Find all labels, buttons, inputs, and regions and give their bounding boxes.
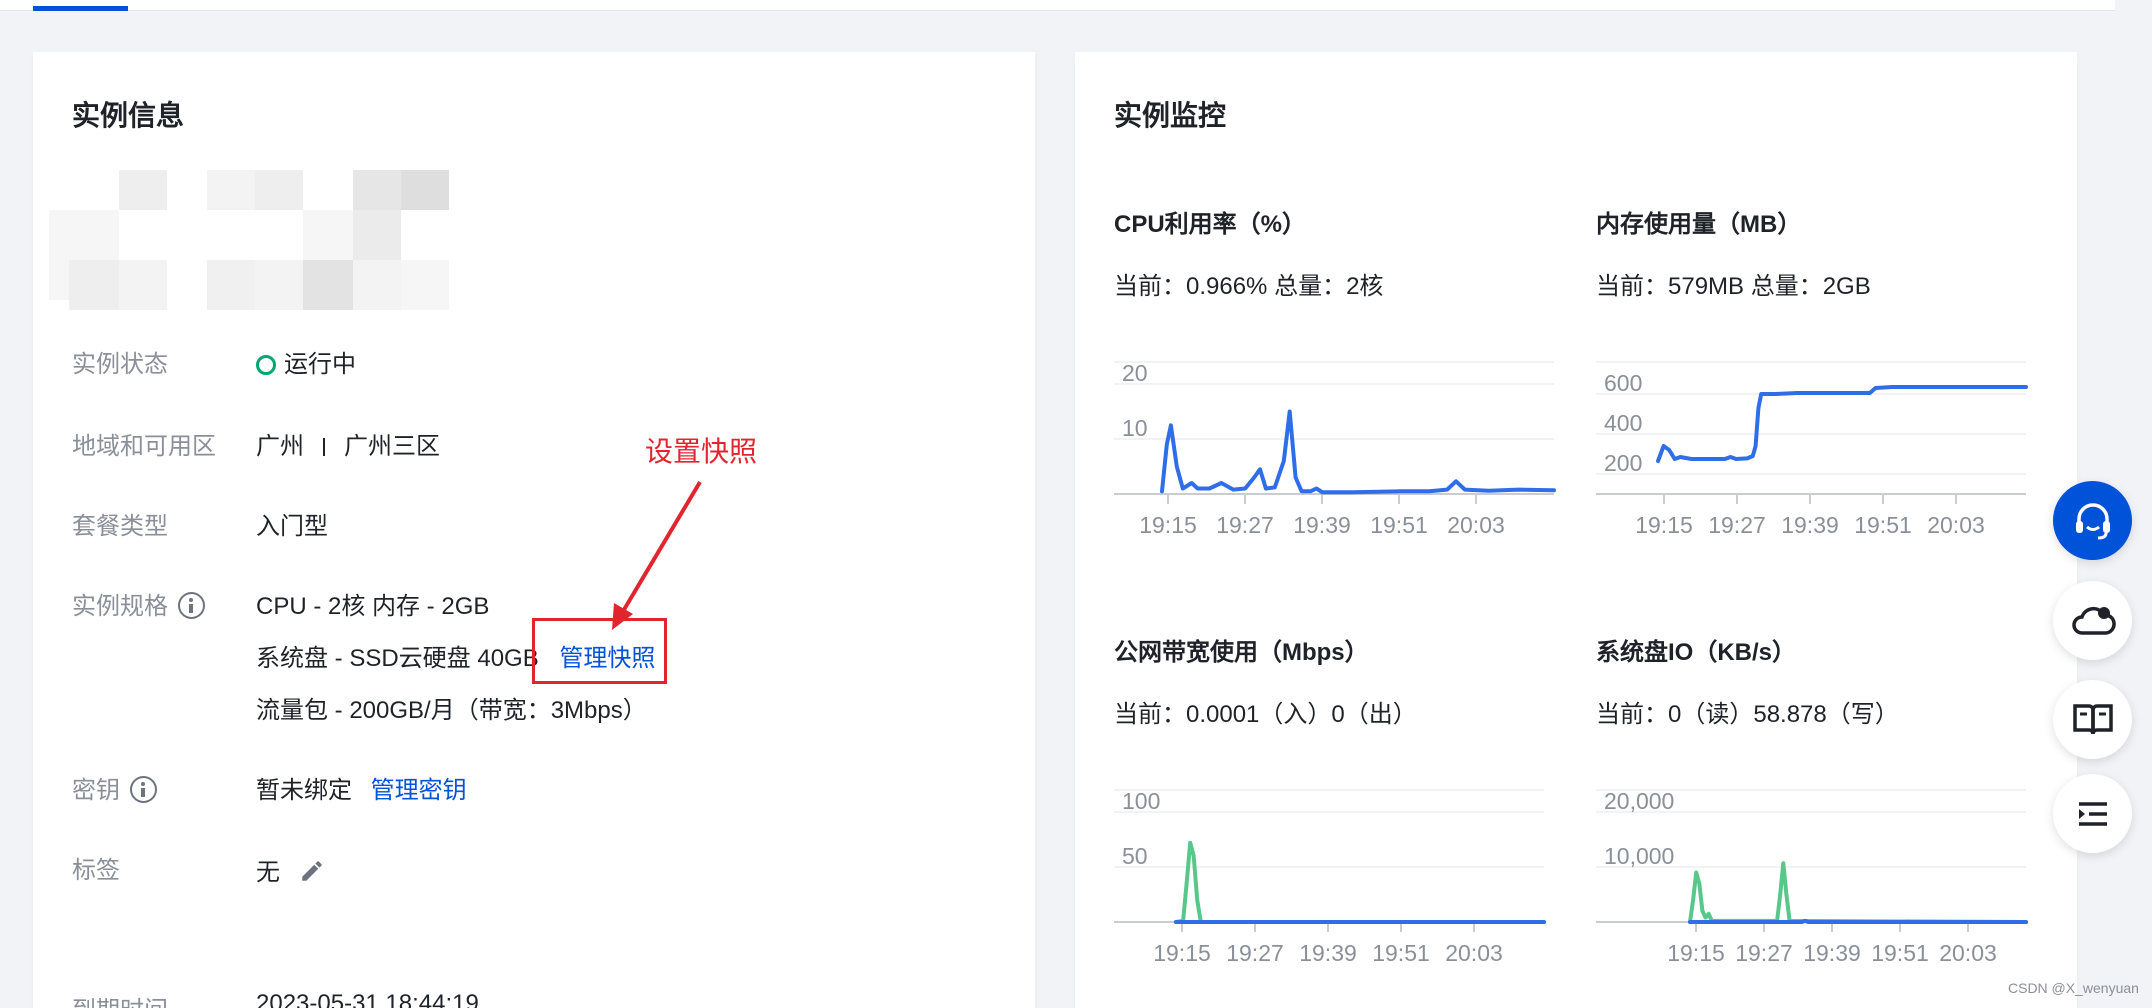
x-tick-label: 19:15 (1139, 512, 1197, 538)
x-tick-label: 19:15 (1635, 512, 1693, 538)
cpu-chart-title: CPU利用率（%） (1114, 211, 1307, 238)
x-tick-label: 20:03 (1927, 512, 1985, 538)
expire-value: 2023-05-31 18:44:19 (256, 990, 479, 1008)
key-info-icon[interactable] (130, 776, 157, 803)
memory-chart-title: 内存使用量（MB） (1596, 211, 1802, 238)
instance-monitor-card: 实例监控 CPU利用率（%） 当前：0.966% 总量：2核 10 20 19:15… (1075, 52, 2077, 1008)
instance-info-title: 实例信息 (72, 100, 185, 131)
watermark: CSDN @X_wenyuan (2008, 980, 2139, 996)
x-tick-label: 19:27 (1216, 512, 1274, 538)
edit-pencil-icon[interactable] (299, 858, 325, 884)
spec-line-traffic: 流量包 - 200GB/月（带宽：3Mbps） (256, 697, 647, 724)
y-tick-label: 400 (1604, 410, 1642, 436)
region-divider (323, 438, 325, 456)
x-tick-label: 19:39 (1781, 512, 1839, 538)
running-status-icon (256, 355, 276, 375)
series-line-1 (1688, 918, 2028, 924)
spec-label: 实例规格 (72, 586, 205, 621)
key-label: 密钥 (72, 770, 157, 805)
spec-label-text: 实例规格 (72, 593, 168, 620)
customer-service-button[interactable] (2053, 481, 2132, 560)
bandwidth-chart-title: 公网带宽使用（Mbps） (1114, 639, 1369, 666)
y-tick-label: 10 (1122, 415, 1148, 441)
x-tick-label: 19:51 (1854, 512, 1912, 538)
blurred-image (49, 170, 449, 310)
x-tick-label: 19:51 (1372, 940, 1430, 966)
snapshot-annotation: 设置快照 (645, 436, 758, 467)
book-icon (2072, 703, 2113, 734)
cpu-chart: 10 20 19:15 19:27 19:39 19:51 20:03 (1114, 360, 1556, 538)
bandwidth-chart-current: 当前：0.0001（入）0（出） (1114, 701, 1417, 728)
y-tick-label: 10,000 (1604, 843, 1674, 869)
y-tick-label: 200 (1604, 450, 1642, 476)
active-tab-indicator (33, 6, 128, 11)
series-line-0 (1160, 409, 1556, 495)
disk-io-chart-current: 当前：0（读）58.878（写） (1596, 701, 1899, 728)
documentation-button[interactable] (2053, 680, 2132, 759)
manage-key-link[interactable]: 管理密钥 (371, 777, 467, 804)
x-tick-label: 19:15 (1667, 940, 1725, 966)
x-tick-label: 19:27 (1226, 940, 1284, 966)
package-label: 套餐类型 (72, 513, 168, 540)
top-tab-bar (0, 0, 2115, 11)
y-tick-label: 20,000 (1604, 788, 1674, 814)
y-tick-label: 20 (1122, 360, 1148, 386)
cloud-bell-icon (2071, 606, 2116, 635)
tag-value: 无 (256, 852, 325, 887)
spec-info-icon[interactable] (178, 592, 205, 619)
x-tick-label: 20:03 (1447, 512, 1505, 538)
series-line-0 (1174, 840, 1546, 924)
memory-chart: 200 400 600 19:15 19:27 19:39 19:51 20:03 (1596, 361, 2028, 538)
x-tick-label: 20:03 (1445, 940, 1503, 966)
indent-list-icon (2078, 801, 2107, 826)
instance-info-card: 实例信息 实例状态 运行中 地域和可用区 广州 广州三区 套餐类型 入门型 实例规… (33, 52, 1035, 1008)
y-tick-label: 50 (1122, 843, 1148, 869)
y-tick-label: 600 (1604, 370, 1642, 396)
instance-monitor-title: 实例监控 (1114, 100, 1227, 131)
zone-text: 广州三区 (344, 433, 440, 460)
bandwidth-chart: 50 100 19:15 19:27 19:39 19:51 20:03 (1114, 788, 1546, 966)
cloud-notice-button[interactable] (2053, 581, 2132, 660)
x-tick-label: 19:51 (1370, 512, 1428, 538)
headset-icon (2075, 502, 2110, 539)
x-tick-label: 19:27 (1735, 940, 1793, 966)
x-tick-label: 19:39 (1803, 940, 1861, 966)
tag-text: 无 (256, 859, 280, 886)
x-tick-label: 19:27 (1708, 512, 1766, 538)
region-label: 地域和可用区 (72, 433, 216, 460)
key-label-text: 密钥 (72, 777, 120, 804)
series-line-0 (1688, 861, 2028, 924)
x-tick-label: 19:39 (1293, 512, 1351, 538)
spec-disk-text: 系统盘 - SSD云硬盘 40GB (256, 645, 539, 672)
spec-line-cpu: CPU - 2核 内存 - 2GB (256, 593, 490, 620)
region-value: 广州 广州三区 (256, 426, 440, 461)
snapshot-highlight-box (532, 618, 667, 684)
package-value: 入门型 (256, 513, 328, 540)
status-value: 运行中 (256, 344, 356, 379)
status-text: 运行中 (284, 351, 356, 378)
x-tick-label: 19:51 (1871, 940, 1929, 966)
cpu-chart-current: 当前：0.966% 总量：2核 (1114, 273, 1384, 300)
x-tick-label: 19:39 (1299, 940, 1357, 966)
y-tick-label: 100 (1122, 788, 1160, 814)
region-text: 广州 (256, 433, 304, 460)
key-status-text: 暂未绑定 (256, 777, 352, 804)
tag-label: 标签 (72, 857, 120, 884)
menu-list-button[interactable] (2053, 774, 2132, 853)
x-tick-label: 19:15 (1153, 940, 1211, 966)
series-line-0 (1656, 385, 2028, 463)
key-value: 暂未绑定 管理密钥 (256, 770, 467, 805)
disk-io-chart-title: 系统盘IO（KB/s） (1596, 639, 1797, 666)
status-label: 实例状态 (72, 351, 168, 378)
x-tick-label: 20:03 (1939, 940, 1997, 966)
expire-label: 到期时间 (72, 990, 168, 1008)
memory-chart-current: 当前：579MB 总量：2GB (1596, 273, 1871, 300)
disk-io-chart: 10,000 20,000 19:15 19:27 19:39 19:51 20:03 (1596, 788, 2028, 966)
